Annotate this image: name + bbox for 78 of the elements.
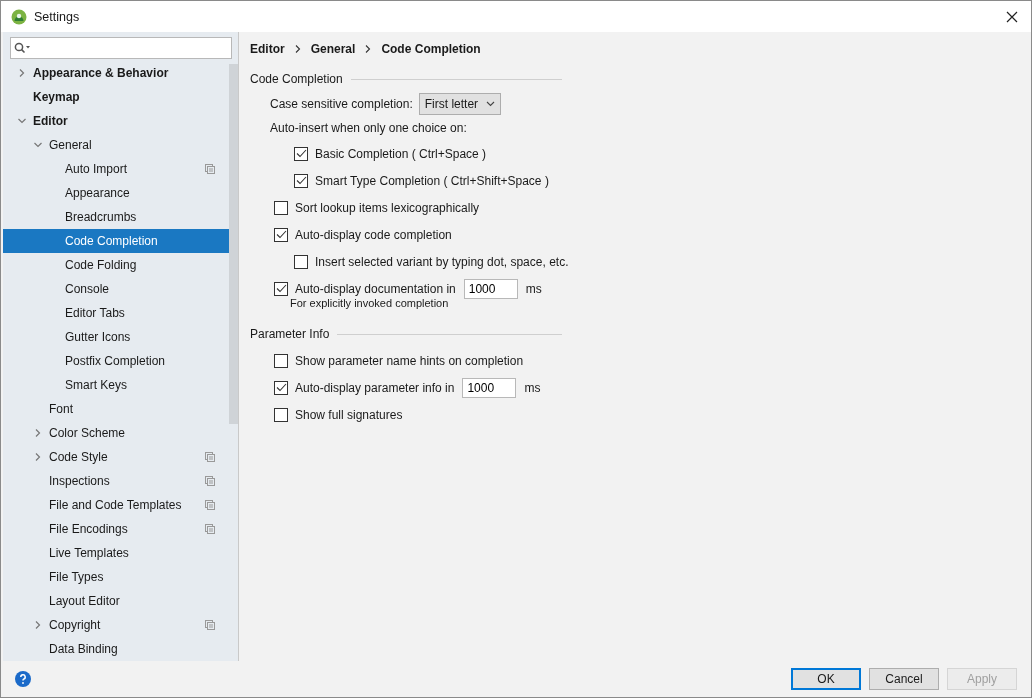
case-dropdown[interactable]: First letter bbox=[418, 93, 502, 115]
dialog-button[interactable]: OK bbox=[791, 668, 861, 690]
checkbox-label[interactable]: Auto-display code completion bbox=[295, 227, 452, 242]
search-field[interactable] bbox=[10, 37, 232, 59]
checkbox[interactable] bbox=[294, 254, 308, 269]
dialog-button[interactable]: Cancel bbox=[869, 668, 939, 690]
breadcrumb[interactable]: General bbox=[310, 42, 356, 56]
scrollbar-thumb[interactable] bbox=[229, 64, 238, 424]
tree-item[interactable]: Editor bbox=[3, 109, 229, 133]
checkbox-label[interactable]: Show full signatures bbox=[295, 407, 403, 422]
tree-item[interactable]: Gutter Icons bbox=[3, 325, 229, 349]
tree-item[interactable]: Auto Import bbox=[3, 157, 229, 181]
search-icon bbox=[14, 42, 31, 54]
hint-text: For explicitly invoked completion bbox=[290, 297, 450, 309]
tree-item[interactable]: Breadcrumbs bbox=[3, 205, 229, 229]
checkbox-label[interactable]: Auto-display documentation in bbox=[295, 281, 456, 296]
section-title: Parameter Info bbox=[250, 327, 330, 341]
tree-item[interactable]: Appearance bbox=[3, 181, 229, 205]
chevron-right-icon bbox=[365, 45, 372, 53]
tree-item[interactable]: Smart Keys bbox=[3, 373, 229, 397]
tree-item[interactable]: File Encodings bbox=[3, 517, 229, 541]
chevron-right-icon[interactable] bbox=[17, 68, 27, 78]
checkbox-label[interactable]: Show parameter name hints on completion bbox=[295, 353, 524, 368]
checkbox[interactable] bbox=[274, 227, 288, 242]
tree-item[interactable]: Live Templates bbox=[3, 541, 229, 565]
tree-item[interactable]: Console bbox=[3, 277, 229, 301]
chevron-right-icon bbox=[294, 45, 301, 53]
tree-item[interactable]: Code Folding bbox=[3, 253, 229, 277]
chevron-right-icon[interactable] bbox=[33, 452, 43, 462]
tree-item[interactable]: Layout Editor bbox=[3, 589, 229, 613]
chevron-right-icon[interactable] bbox=[33, 620, 43, 630]
checkbox[interactable] bbox=[274, 281, 288, 296]
close-icon[interactable] bbox=[1006, 10, 1018, 23]
tree-item[interactable]: Code Completion bbox=[3, 229, 229, 253]
app-logo-icon bbox=[11, 8, 27, 25]
tree-item[interactable]: Copyright bbox=[3, 613, 229, 637]
tree-item[interactable]: Inspections bbox=[3, 469, 229, 493]
tree-item[interactable]: Color Scheme bbox=[3, 421, 229, 445]
tree-item[interactable]: Font bbox=[3, 397, 229, 421]
checkmark-icon bbox=[295, 176, 307, 185]
tree-item[interactable]: Appearance & Behavior bbox=[3, 61, 229, 85]
checkmark-icon bbox=[275, 230, 287, 239]
checkmark-icon bbox=[275, 284, 287, 293]
chevron-down-icon[interactable] bbox=[17, 116, 27, 126]
option-label: Auto-insert when only one choice on: bbox=[270, 121, 467, 135]
checkbox-label[interactable]: Basic Completion ( Ctrl+Space ) bbox=[315, 146, 487, 161]
checkbox-label[interactable]: Smart Type Completion ( Ctrl+Shift+Space ) bbox=[315, 173, 549, 188]
window-title: Settings bbox=[34, 9, 81, 24]
tree-item[interactable]: Data Binding bbox=[3, 637, 229, 661]
tree-item[interactable]: File Types bbox=[3, 565, 229, 589]
section-title: Code Completion bbox=[250, 72, 343, 86]
tree-item[interactable]: File and Code Templates bbox=[3, 493, 229, 517]
chevron-down-icon[interactable] bbox=[33, 140, 43, 150]
tree-item[interactable]: General bbox=[3, 133, 229, 157]
breadcrumb[interactable]: Code Completion bbox=[381, 42, 481, 56]
checkbox-label[interactable]: Auto-display parameter info in bbox=[295, 380, 455, 395]
checkbox[interactable] bbox=[274, 407, 288, 422]
option-label: Case sensitive completion: bbox=[270, 97, 413, 111]
checkbox[interactable] bbox=[274, 200, 288, 215]
breadcrumb[interactable]: Editor bbox=[250, 42, 285, 56]
delay-input[interactable]: 1000 bbox=[462, 377, 517, 398]
checkmark-icon bbox=[295, 149, 307, 158]
checkbox[interactable] bbox=[274, 353, 288, 368]
unit-label: ms bbox=[525, 281, 542, 296]
delay-input[interactable]: 1000 bbox=[463, 278, 518, 299]
chevron-right-icon[interactable] bbox=[33, 428, 43, 438]
checkbox[interactable] bbox=[294, 173, 308, 188]
checkbox[interactable] bbox=[274, 380, 288, 395]
checkmark-icon bbox=[275, 383, 287, 392]
tree-item[interactable]: Postfix Completion bbox=[3, 349, 229, 373]
checkbox-label[interactable]: Sort lookup items lexicographically bbox=[295, 200, 480, 215]
checkbox[interactable] bbox=[294, 146, 308, 161]
unit-label: ms bbox=[524, 380, 541, 395]
chevron-down-icon bbox=[486, 101, 496, 107]
tree-item[interactable]: Editor Tabs bbox=[3, 301, 229, 325]
checkbox-label[interactable]: Insert selected variant by typing dot, space, etc. bbox=[315, 254, 569, 269]
tree-item[interactable]: Code Style bbox=[3, 445, 229, 469]
tree-item[interactable]: Keymap bbox=[3, 85, 229, 109]
